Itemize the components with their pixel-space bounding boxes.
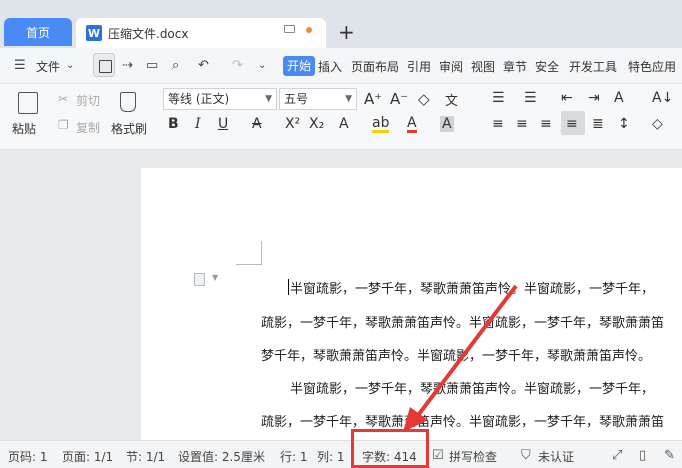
save-icon[interactable] [93, 53, 115, 77]
text-line[interactable]: 半窗疏影，一梦千年，琴歌萧萧笛声怜。半窗疏影，一梦千年， [290, 378, 654, 397]
increase-indent-icon[interactable]: ⇥ [588, 90, 600, 106]
format-painter-icon[interactable] [120, 92, 136, 112]
menu-bar: ☰ 文件 ⌄ ⇢ ▭ ⌕ ↶ ↷ ⌄ 开始 插入 页面布局 引用 审阅 视图 章… [0, 48, 682, 84]
menu-developer[interactable]: 开发工具 [569, 58, 617, 75]
certify-status[interactable]: 未认证 [538, 448, 574, 465]
status-section[interactable]: 节: 1/1 [126, 448, 165, 465]
shield-icon: ⛉ [521, 448, 531, 463]
add-tab-button[interactable]: + [338, 20, 355, 44]
cut-button[interactable]: 剪切 [76, 92, 100, 109]
file-menu[interactable]: 文件 [36, 58, 60, 75]
menu-security[interactable]: 安全 [535, 58, 559, 75]
superscript-icon[interactable]: X² [285, 116, 300, 132]
text-line[interactable]: 梦千年，琴歌萧萧笛声怜。半窗疏影，一梦千年，琴歌萧萧笛声怜。 [261, 345, 651, 364]
align-center-icon[interactable]: ≡ [516, 116, 528, 132]
bullet-list-icon[interactable]: ☰ [492, 90, 505, 106]
scissors-icon: ✂ [58, 92, 69, 106]
justify-lines-icon: ≡ [566, 116, 578, 132]
chevron-down-icon: ▼ [345, 94, 352, 104]
status-bar: 页码: 1 页面: 1/1 节: 1/1 设置值: 2.5厘米 行: 1 列: … [0, 440, 682, 468]
menu-view[interactable]: 视图 [471, 58, 495, 75]
paste-icon[interactable] [18, 92, 38, 114]
pinyin-icon[interactable]: 文 [445, 90, 458, 109]
page-margin-corner [236, 241, 262, 265]
hamburger-icon[interactable]: ☰ [14, 58, 26, 73]
unsaved-dot-icon [306, 27, 312, 33]
copy-icon: ❐ [58, 118, 69, 132]
shading-icon[interactable]: ◇ [652, 116, 663, 132]
paste-button[interactable]: 粘贴 [12, 120, 36, 137]
paragraph-icon[interactable] [194, 273, 205, 286]
font-name-value: 等线 (正文) [168, 92, 230, 106]
status-column[interactable]: 列: 1 [317, 448, 345, 465]
print-preview-icon[interactable]: ⌕ [172, 58, 179, 73]
menu-insert[interactable]: 插入 [318, 58, 342, 75]
align-left-icon[interactable]: ≡ [492, 116, 504, 132]
menu-references[interactable]: 引用 [407, 58, 431, 75]
font-size-value: 五号 [284, 92, 309, 106]
chinese-layout-icon[interactable]: A [614, 90, 624, 106]
decrease-indent-icon[interactable]: ⇤ [561, 90, 573, 106]
text-effect-icon[interactable]: A [339, 116, 349, 132]
clear-format-icon[interactable]: ◇ [418, 90, 430, 108]
tab-home[interactable]: 首页 [4, 18, 72, 46]
italic-icon[interactable]: I [195, 116, 201, 132]
font-size-select[interactable]: 五号 ▼ [279, 88, 357, 110]
menu-features[interactable]: 特色应用 [628, 58, 676, 75]
grow-font-icon[interactable]: A⁺ [364, 90, 382, 108]
align-right-icon[interactable]: ≡ [540, 116, 552, 132]
share-icon[interactable]: ⇢ [122, 58, 133, 73]
strikethrough-icon[interactable]: A [252, 116, 262, 132]
fullscreen-icon[interactable]: ⤢ [612, 448, 622, 463]
edit-icon[interactable]: ✎ [664, 448, 675, 463]
spell-check-button[interactable]: 拼写检查 [449, 448, 497, 465]
sort-icon[interactable]: A↓ [652, 90, 673, 106]
chevron-down-icon[interactable]: ⌄ [66, 60, 74, 71]
customize-chevron-icon[interactable]: ⌄ [258, 60, 266, 71]
copy-button[interactable]: 复制 [76, 119, 100, 136]
tab-bar: 首页 W 压缩文件.docx + [0, 0, 682, 48]
tab-document[interactable]: W 压缩文件.docx [76, 18, 326, 48]
menu-section[interactable]: 章节 [503, 58, 527, 75]
text-line[interactable]: 疏影，一梦千年，琴歌萧萧笛声怜。半窗疏影，一梦千年，琴歌萧萧笛 [261, 312, 664, 331]
chevron-down-icon: ▼ [265, 94, 272, 104]
page-view-icon[interactable]: ▯ [639, 448, 646, 463]
text-cursor [288, 279, 289, 295]
distributed-icon[interactable]: ≣ [592, 116, 604, 132]
menu-review[interactable]: 审阅 [439, 58, 463, 75]
highlight-icon[interactable]: ab [372, 116, 390, 133]
wps-writer-icon: W [86, 25, 102, 41]
underline-icon[interactable]: U [218, 116, 228, 132]
shrink-font-icon[interactable]: A⁻ [390, 90, 408, 108]
numbered-list-icon[interactable]: ☰ [524, 90, 537, 106]
undo-icon[interactable]: ↶ [198, 58, 209, 73]
monitor-icon[interactable] [284, 25, 295, 33]
chevron-down-icon[interactable]: ▼ [212, 273, 218, 282]
line-spacing-icon[interactable]: ↕ [618, 116, 630, 132]
status-page-number[interactable]: 页码: 1 [8, 448, 48, 465]
format-painter-button[interactable]: 格式刷 [111, 120, 147, 137]
text-line[interactable]: 疏影，一梦千年，琴歌萧萧笛声怜。半窗疏影，一梦千年，琴歌萧萧笛 [261, 411, 664, 430]
redo-icon[interactable]: ↷ [232, 58, 243, 73]
char-shading-icon[interactable]: A [440, 116, 454, 132]
word-count-highlight [351, 429, 429, 468]
document-title: 压缩文件.docx [108, 26, 189, 41]
menu-start[interactable]: 开始 [283, 56, 316, 76]
status-setting-value[interactable]: 设置值: 2.5厘米 [178, 448, 265, 465]
document-page[interactable] [141, 168, 682, 440]
status-row[interactable]: 行: 1 [280, 448, 308, 465]
print-icon[interactable]: ▭ [146, 58, 158, 73]
font-name-select[interactable]: 等线 (正文) ▼ [163, 88, 277, 110]
text-line[interactable]: 半窗疏影，一梦千年，琴歌萧萧笛声怜。半窗疏影，一梦千年， [290, 278, 654, 297]
status-pages[interactable]: 页面: 1/1 [62, 448, 113, 465]
bold-icon[interactable]: B [168, 116, 179, 132]
subscript-icon[interactable]: X₂ [309, 116, 324, 132]
font-color-icon[interactable]: A [407, 116, 417, 133]
menu-page-layout[interactable]: 页面布局 [351, 58, 399, 75]
spell-check-icon[interactable]: ☑ [432, 448, 444, 463]
